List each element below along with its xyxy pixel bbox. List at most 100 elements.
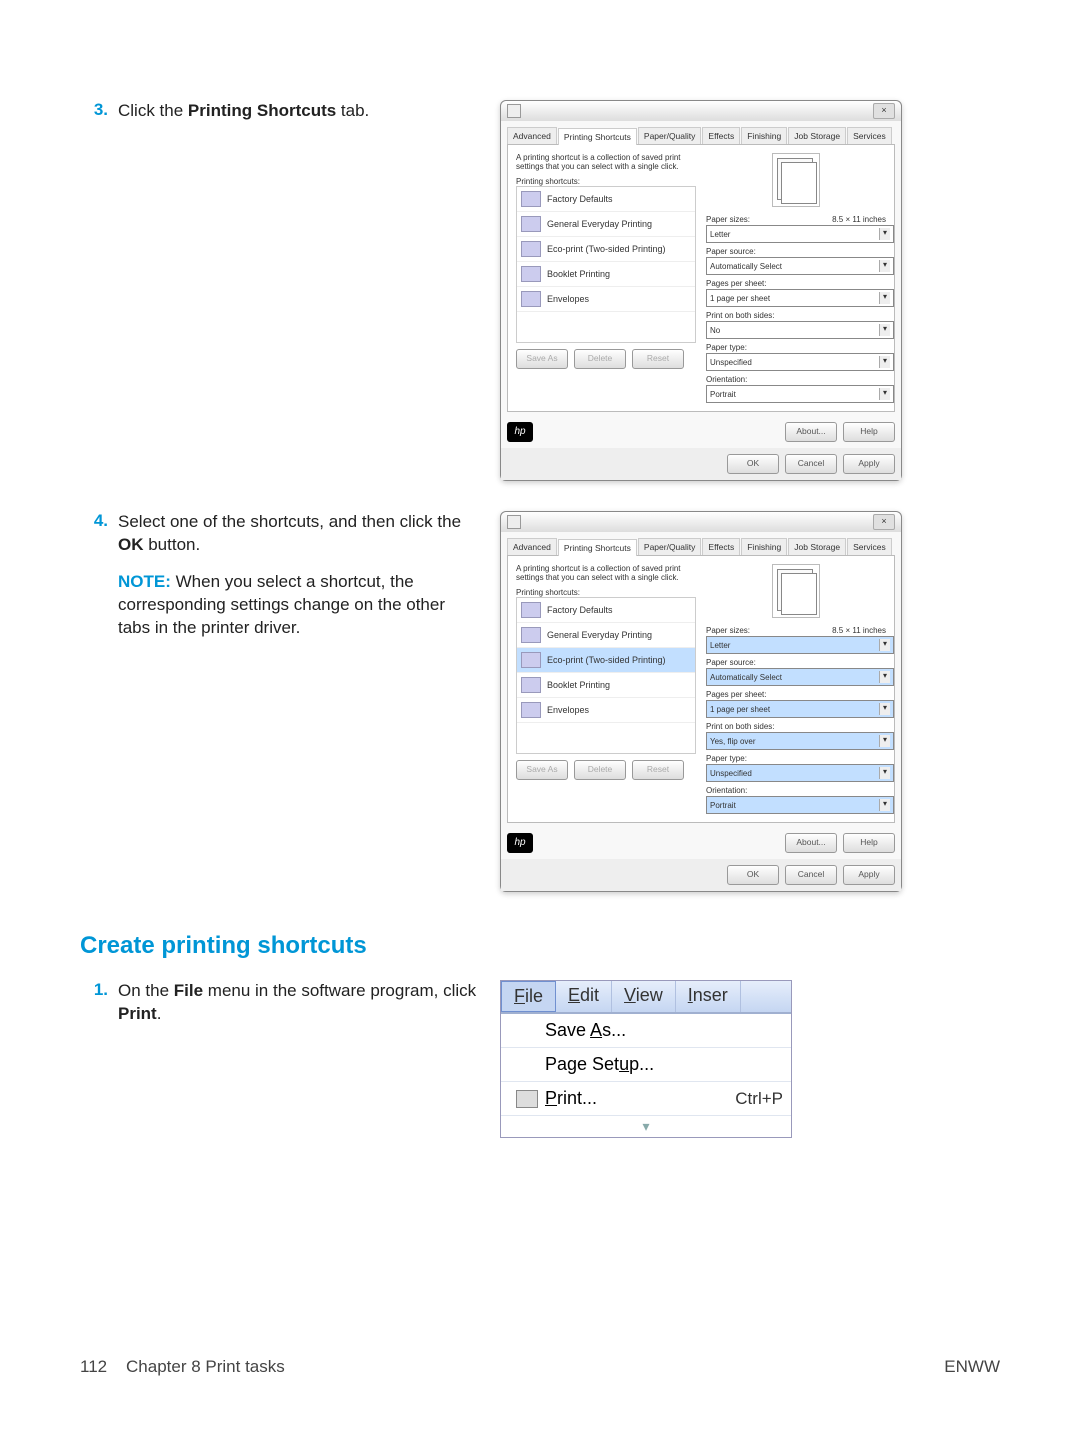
shortcut-item[interactable]: General Everyday Printing: [517, 623, 695, 648]
pages-per-sheet-label: Pages per sheet:: [706, 279, 886, 288]
paper-type-label: Paper type:: [706, 343, 886, 352]
tab-finishing[interactable]: Finishing: [741, 127, 787, 144]
page-preview: [772, 564, 820, 618]
tab-job-storage[interactable]: Job Storage: [788, 538, 846, 555]
shortcut-item[interactable]: Factory Defaults: [517, 598, 695, 623]
tab-advanced[interactable]: Advanced: [507, 538, 557, 555]
cancel-button[interactable]: Cancel: [785, 454, 837, 474]
save-as-button[interactable]: Save As: [516, 349, 568, 369]
reset-button[interactable]: Reset: [632, 760, 684, 780]
chevron-down-icon: ▾: [879, 799, 890, 811]
paper-type-select[interactable]: Unspecified▾: [706, 764, 894, 782]
ok-button[interactable]: OK: [727, 865, 779, 885]
menu-page-setup[interactable]: Page Setup...: [501, 1048, 791, 1082]
section2-step-1-row: 1. On the File menu in the software prog…: [80, 980, 1000, 1138]
print-shortcut-key: Ctrl+P: [735, 1089, 783, 1109]
shortcut-item[interactable]: General Everyday Printing: [517, 212, 695, 237]
orientation-label: Orientation:: [706, 786, 886, 795]
tab-row: Advanced Printing Shortcuts Paper/Qualit…: [507, 127, 895, 145]
menu-edit[interactable]: Edit: [556, 981, 612, 1012]
orientation-select[interactable]: Portrait▾: [706, 385, 894, 403]
menu-insert[interactable]: Inser: [676, 981, 741, 1012]
shortcut-icon: [521, 241, 541, 257]
shortcut-icon: [521, 266, 541, 282]
step-3-row: 3. Click the Printing Shortcuts tab. × A…: [80, 100, 1000, 481]
printer-icon: [507, 104, 521, 118]
shortcut-item[interactable]: Booklet Printing: [517, 262, 695, 287]
shortcut-item[interactable]: Envelopes: [517, 698, 695, 723]
close-button[interactable]: ×: [873, 514, 895, 530]
shortcut-icon: [521, 627, 541, 643]
step-3-number: 3.: [80, 100, 108, 120]
shortcut-list: Factory Defaults General Everyday Printi…: [516, 597, 696, 754]
apply-button[interactable]: Apply: [843, 865, 895, 885]
pages-per-sheet-select[interactable]: 1 page per sheet▾: [706, 289, 894, 307]
about-button[interactable]: About...: [785, 422, 837, 442]
tab-finishing[interactable]: Finishing: [741, 538, 787, 555]
hp-logo: hp: [507, 422, 533, 442]
file-dropdown: Save As... Page Setup... Print... Ctrl+P…: [501, 1013, 791, 1137]
delete-button[interactable]: Delete: [574, 760, 626, 780]
both-sides-select[interactable]: No▾: [706, 321, 894, 339]
chapter-title: Chapter 8 Print tasks: [126, 1357, 285, 1376]
help-button[interactable]: Help: [843, 833, 895, 853]
shortcut-item[interactable]: Factory Defaults: [517, 187, 695, 212]
menu-save-as[interactable]: Save As...: [501, 1014, 791, 1048]
shortcut-item[interactable]: Eco-print (Two-sided Printing): [517, 237, 695, 262]
tab-advanced[interactable]: Advanced: [507, 127, 557, 144]
help-button[interactable]: Help: [843, 422, 895, 442]
shortcut-item[interactable]: Booklet Printing: [517, 673, 695, 698]
shortcut-icon: [521, 191, 541, 207]
shortcut-list: Factory Defaults General Everyday Printi…: [516, 186, 696, 343]
cancel-button[interactable]: Cancel: [785, 865, 837, 885]
orientation-select[interactable]: Portrait▾: [706, 796, 894, 814]
paper-type-label: Paper type:: [706, 754, 886, 763]
reset-button[interactable]: Reset: [632, 349, 684, 369]
about-button[interactable]: About...: [785, 833, 837, 853]
apply-button[interactable]: Apply: [843, 454, 895, 474]
tab-effects[interactable]: Effects: [702, 127, 740, 144]
shortcut-icon: [521, 291, 541, 307]
chevron-down-icon: ▾: [879, 324, 890, 336]
shortcut-item[interactable]: Envelopes: [517, 287, 695, 312]
paper-type-select[interactable]: Unspecified▾: [706, 353, 894, 371]
file-menu: File Edit View Inser Save As... Page Set…: [500, 980, 792, 1138]
tab-effects[interactable]: Effects: [702, 538, 740, 555]
step-4-text: Select one of the shortcuts, and then cl…: [118, 511, 480, 640]
delete-button[interactable]: Delete: [574, 349, 626, 369]
menu-file[interactable]: File: [501, 981, 556, 1012]
tab-paper-quality[interactable]: Paper/Quality: [638, 127, 702, 144]
chevron-down-icon: ▾: [879, 228, 890, 240]
paper-sizes-select[interactable]: Letter▾: [706, 225, 894, 243]
expand-icon[interactable]: ▾: [501, 1116, 791, 1137]
tab-services[interactable]: Services: [847, 127, 892, 144]
printer-icon: [507, 515, 521, 529]
chevron-down-icon: ▾: [879, 703, 890, 715]
pages-per-sheet-select[interactable]: 1 page per sheet▾: [706, 700, 894, 718]
both-sides-label: Print on both sides:: [706, 311, 886, 320]
chevron-down-icon: ▾: [879, 735, 890, 747]
paper-source-select[interactable]: Automatically Select▾: [706, 668, 894, 686]
close-button[interactable]: ×: [873, 103, 895, 119]
step-4-note: NOTE: When you select a shortcut, the co…: [118, 571, 480, 640]
paper-source-select[interactable]: Automatically Select▾: [706, 257, 894, 275]
print-dialog-a: × Advanced Printing Shortcuts Paper/Qual…: [500, 100, 902, 481]
menu-view[interactable]: View: [612, 981, 676, 1012]
page-footer: 112 Chapter 8 Print tasks ENWW: [80, 1357, 1000, 1377]
save-as-button[interactable]: Save As: [516, 760, 568, 780]
ok-button[interactable]: OK: [727, 454, 779, 474]
shortcut-item-selected[interactable]: Eco-print (Two-sided Printing): [517, 648, 695, 673]
tab-services[interactable]: Services: [847, 538, 892, 555]
menu-print[interactable]: Print... Ctrl+P: [501, 1082, 791, 1116]
tab-job-storage[interactable]: Job Storage: [788, 127, 846, 144]
both-sides-select[interactable]: Yes, flip over▾: [706, 732, 894, 750]
tab-paper-quality[interactable]: Paper/Quality: [638, 538, 702, 555]
dialog-description: A printing shortcut is a collection of s…: [516, 564, 696, 582]
shortcut-icon: [521, 216, 541, 232]
chevron-down-icon: ▾: [879, 639, 890, 651]
dialog-titlebar: ×: [501, 512, 901, 532]
tab-printing-shortcuts[interactable]: Printing Shortcuts: [558, 539, 637, 556]
tab-printing-shortcuts[interactable]: Printing Shortcuts: [558, 128, 637, 145]
paper-sizes-select[interactable]: Letter▾: [706, 636, 894, 654]
section-heading: Create printing shortcuts: [80, 932, 1000, 960]
